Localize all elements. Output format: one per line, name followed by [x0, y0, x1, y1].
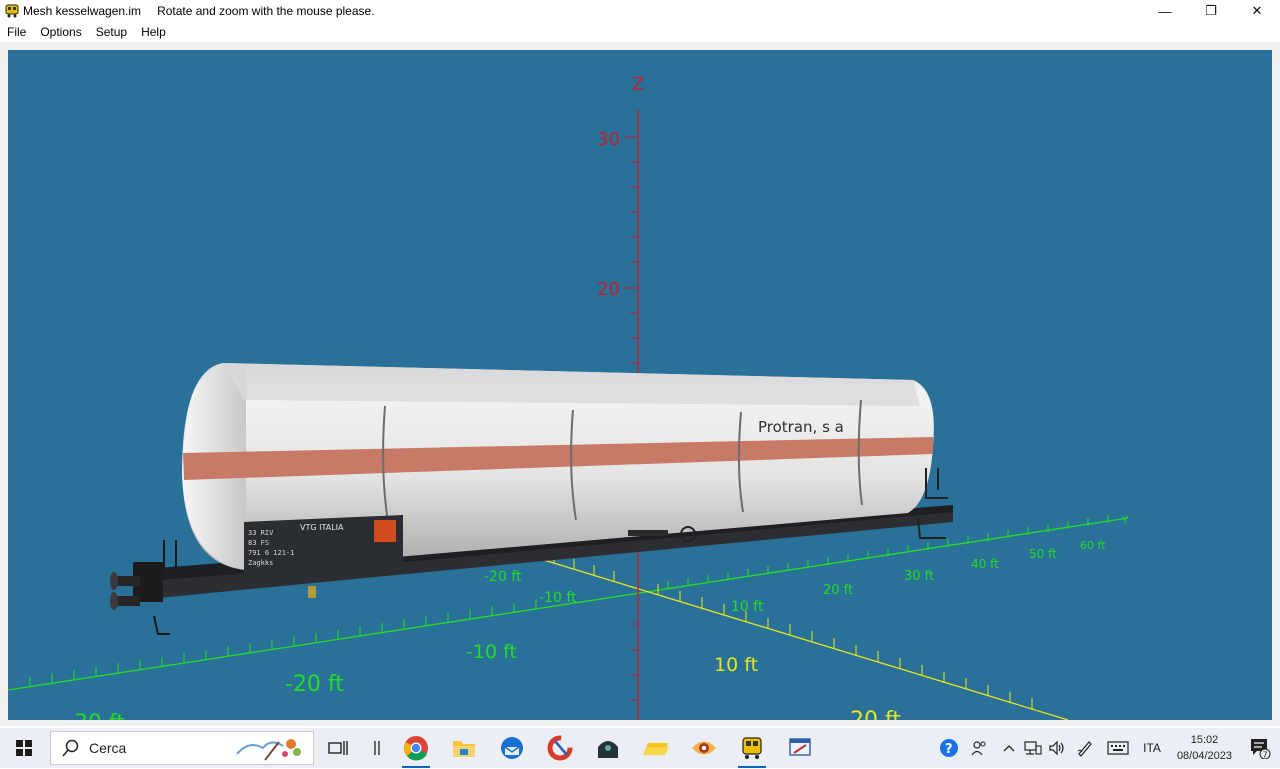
- z-axis-label: Z: [632, 74, 644, 95]
- keyboard-icon[interactable]: [1101, 728, 1135, 768]
- network-icon[interactable]: [1021, 728, 1045, 768]
- notification-icon[interactable]: 7: [1240, 728, 1280, 768]
- language-indicator[interactable]: ITA: [1135, 741, 1169, 755]
- menu-bar: File Options Setup Help: [0, 22, 1280, 42]
- plate-line4: Zagkks: [248, 559, 273, 567]
- clock-time: 15:02: [1190, 734, 1219, 746]
- restore-button[interactable]: ❐: [1188, 0, 1234, 22]
- mesh-viewer-icon[interactable]: [728, 728, 776, 768]
- z-tick-20: 20: [597, 279, 620, 300]
- y-tick-40: 40 ft: [971, 557, 999, 571]
- search-box[interactable]: Cerca: [50, 731, 314, 765]
- y-tick-minus10: -10 ft: [539, 590, 577, 606]
- help-icon[interactable]: ?: [937, 728, 961, 768]
- menu-options[interactable]: Options: [33, 25, 88, 39]
- mesh-app-icon: [5, 4, 19, 18]
- y-axis-label: Y: [1121, 515, 1129, 526]
- volume-icon[interactable]: [1045, 728, 1069, 768]
- y-tick-30: 30 ft: [904, 569, 934, 584]
- tank-lettering: Protran, s a: [758, 418, 844, 436]
- search-icon: [61, 738, 81, 758]
- pen-icon[interactable]: [1069, 728, 1101, 768]
- widgets-icon[interactable]: [362, 728, 392, 768]
- folder-yellow-icon[interactable]: [632, 728, 680, 768]
- y-tick-minus20: -20 ft: [484, 569, 522, 585]
- people-icon[interactable]: [961, 728, 997, 768]
- y-tick-60: 60 ft: [1080, 539, 1106, 552]
- system-tray: ? ITA 15:02 08/04/2023 7: [937, 728, 1280, 768]
- minimize-button[interactable]: —: [1142, 0, 1188, 22]
- search-input[interactable]: Cerca: [89, 740, 126, 756]
- plate-line3: 791 6 121-1: [248, 549, 294, 557]
- notification-count: 7: [1263, 751, 1268, 760]
- taskbar: Cerca ? ITA 15:02 08/04/2023 7: [0, 728, 1280, 768]
- x-tick-20: 20 ft: [850, 708, 901, 720]
- app-dark-icon[interactable]: [584, 728, 632, 768]
- title-bar: Mesh kesselwagen.im Rotate and zoom with…: [0, 0, 1280, 22]
- x-axis-line: [533, 553, 1069, 720]
- z-tick-30: 30: [597, 129, 620, 150]
- plate-brand: VTG ITALIA: [300, 523, 344, 532]
- eye-app-icon[interactable]: [680, 728, 728, 768]
- close-button[interactable]: ✕: [1234, 0, 1280, 22]
- y-tick-50: 50 ft: [1029, 547, 1057, 561]
- help-glyph: ?: [945, 742, 953, 757]
- window-title: Mesh kesselwagen.im: [23, 4, 142, 18]
- y-tick-20: 20 ft: [823, 583, 853, 598]
- file-explorer-icon[interactable]: [440, 728, 488, 768]
- menu-help[interactable]: Help: [134, 25, 173, 39]
- window-hint: Rotate and zoom with the mouse please.: [157, 4, 375, 18]
- ground-label-minus30: -30 ft: [66, 711, 125, 720]
- ground-label-minus10: -10 ft: [466, 641, 517, 663]
- clock[interactable]: 15:02 08/04/2023: [1169, 732, 1240, 764]
- clock-date: 08/04/2023: [1176, 750, 1232, 762]
- chevron-up-icon[interactable]: [997, 728, 1021, 768]
- scene-svg: Protran, s a 33 RIV 83 FS 791 6 121-1 Za…: [8, 74, 1129, 720]
- menu-file[interactable]: File: [0, 25, 33, 39]
- ground-label-minus20: -20 ft: [285, 672, 344, 697]
- task-view-icon[interactable]: [314, 728, 362, 768]
- chrome-icon[interactable]: [392, 728, 440, 768]
- 3d-viewport[interactable]: Protran, s a 33 RIV 83 FS 791 6 121-1 Za…: [8, 50, 1272, 720]
- plate-line2: 83 FS: [248, 539, 269, 547]
- setup-icon[interactable]: [776, 728, 824, 768]
- x-tick-10: 10 ft: [714, 654, 758, 676]
- search-highlight-icon: [235, 734, 309, 764]
- plate-line1: 33 RIV: [248, 529, 274, 537]
- start-button[interactable]: [0, 728, 48, 768]
- thunderbird-icon[interactable]: [488, 728, 536, 768]
- menu-setup[interactable]: Setup: [89, 25, 134, 39]
- windows-logo-icon: [16, 740, 32, 756]
- y-tick-10: 10 ft: [731, 599, 764, 615]
- ccleaner-icon[interactable]: [536, 728, 584, 768]
